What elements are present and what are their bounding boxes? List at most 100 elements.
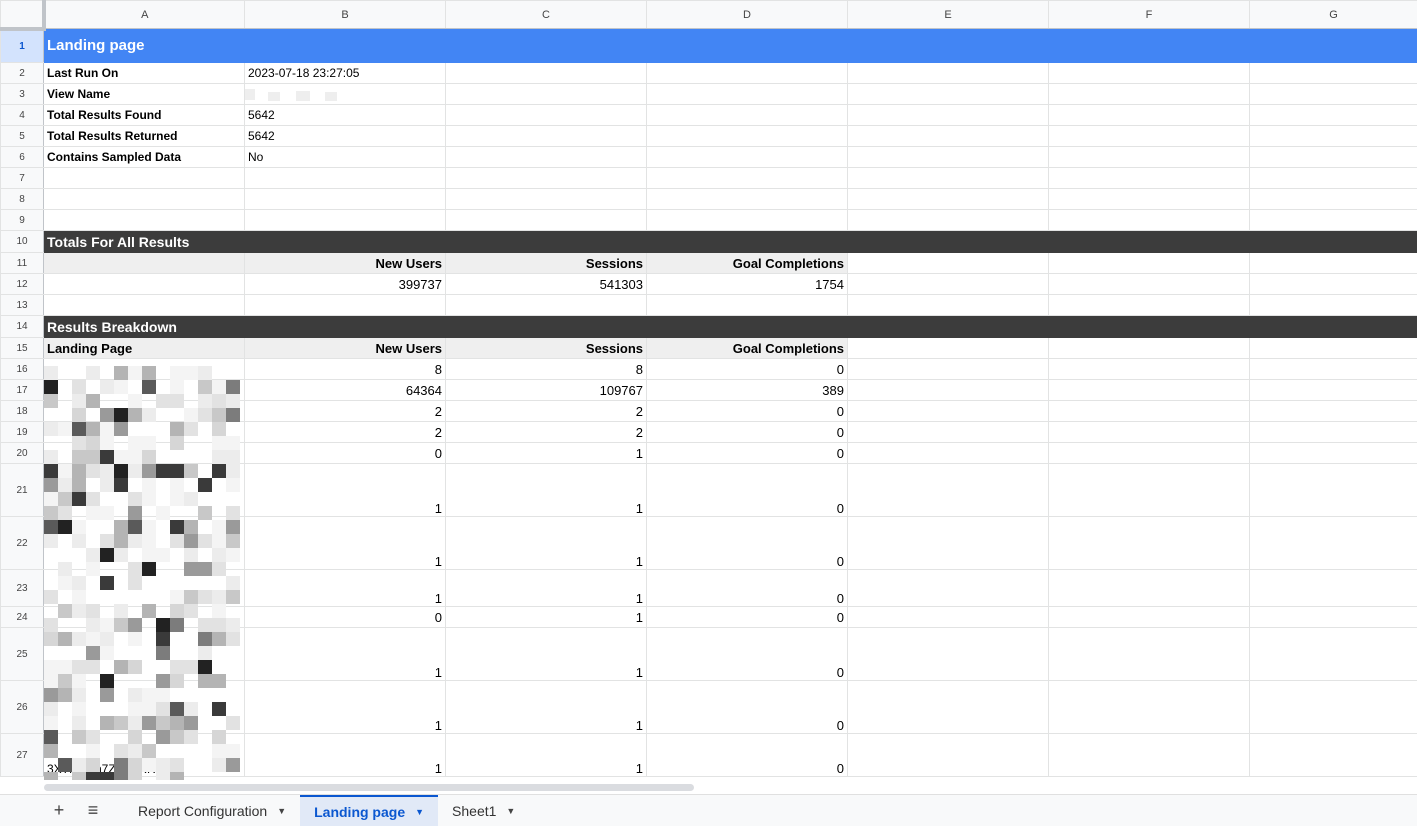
cell[interactable] [445,146,647,168]
cell[interactable] [1048,104,1250,126]
cell[interactable] [847,421,1049,443]
cell[interactable] [43,188,245,210]
cell[interactable] [847,294,1049,316]
tab-report-configuration[interactable]: Report Configuration ▼ [124,795,300,826]
horizontal-scrollbar[interactable] [44,781,1417,793]
cell[interactable]: 64364 [244,379,446,401]
row-header[interactable]: 13 [0,294,44,316]
cell[interactable] [445,167,647,189]
row-header[interactable]: 4 [0,104,44,126]
cell[interactable] [43,273,245,295]
cell[interactable] [1249,379,1417,401]
cell[interactable] [1249,358,1417,380]
cell[interactable] [244,167,446,189]
caret-down-icon[interactable]: ▼ [415,807,424,817]
cell[interactable] [847,167,1049,189]
tab-sheet1[interactable]: Sheet1 ▼ [438,795,529,826]
cell[interactable] [1048,125,1250,147]
cell[interactable]: 0 [646,358,848,380]
row-header[interactable]: 20 [0,442,44,464]
cell[interactable] [847,188,1049,210]
cell[interactable] [244,209,446,231]
cell[interactable] [847,209,1049,231]
cell[interactable]: 2 [445,421,647,443]
cell[interactable] [1048,606,1250,628]
cell[interactable] [847,62,1049,84]
cell[interactable]: 0 [646,516,848,570]
cell[interactable]: 389 [646,379,848,401]
cell[interactable] [847,400,1049,422]
cell[interactable] [847,463,1049,517]
cell[interactable] [1249,125,1417,147]
row-header[interactable]: 18 [0,400,44,422]
cell[interactable] [1048,273,1250,295]
cell[interactable] [1048,379,1250,401]
row-header[interactable]: 14 [0,315,44,338]
cell[interactable] [445,104,647,126]
cell[interactable] [847,104,1049,126]
cell[interactable] [43,167,245,189]
cell[interactable]: 1 [244,680,446,734]
row-header[interactable]: 23 [0,569,44,607]
row-header[interactable]: 12 [0,273,44,295]
cell[interactable] [1048,146,1250,168]
cell[interactable] [1048,358,1250,380]
column-label-cell[interactable]: New Users [244,337,446,359]
all-sheets-button[interactable]: ≡ [76,795,110,826]
cell[interactable]: 0 [646,569,848,607]
cell[interactable] [1249,421,1417,443]
caret-down-icon[interactable]: ▼ [506,806,515,816]
cell[interactable]: 0 [244,606,446,628]
row-header[interactable]: 21 [0,463,44,517]
row-header[interactable]: 10 [0,230,44,253]
cell[interactable]: 5642 [244,104,446,126]
cell[interactable] [1249,146,1417,168]
cell[interactable] [1249,400,1417,422]
cell[interactable]: 0 [646,463,848,517]
cell[interactable] [1048,62,1250,84]
cell[interactable] [646,62,848,84]
cell[interactable]: 1754 [646,273,848,295]
row-header[interactable]: 3 [0,83,44,105]
cell[interactable] [1249,273,1417,295]
cell[interactable] [847,680,1049,734]
cell[interactable]: No [244,146,446,168]
caret-down-icon[interactable]: ▼ [277,806,286,816]
cell[interactable] [43,252,245,274]
row-header[interactable]: 27 [0,733,44,777]
tab-landing-page[interactable]: Landing page ▼ [300,794,439,826]
column-header-b[interactable]: B [244,0,446,29]
cell[interactable]: Last Run On [43,62,245,84]
cell[interactable] [1249,627,1417,681]
cell[interactable]: 1 [445,606,647,628]
column-header-a[interactable]: A [43,0,245,29]
cell[interactable]: 0 [646,733,848,777]
cell[interactable] [847,83,1049,105]
row-header[interactable]: 2 [0,62,44,84]
cell[interactable]: 8 [244,358,446,380]
cell[interactable] [847,358,1049,380]
cell[interactable]: 0 [646,400,848,422]
row-header[interactable]: 26 [0,680,44,734]
cell[interactable] [646,146,848,168]
cell[interactable] [1048,294,1250,316]
cell[interactable]: Total Results Found [43,104,245,126]
row-header[interactable]: 8 [0,188,44,210]
cell[interactable] [1249,62,1417,84]
row-header[interactable]: 5 [0,125,44,147]
cell[interactable] [1048,569,1250,607]
cell[interactable]: 2 [445,400,647,422]
cell[interactable] [1249,606,1417,628]
cell[interactable]: 1 [244,569,446,607]
cell[interactable] [1249,516,1417,570]
cell[interactable]: 2 [244,400,446,422]
cell[interactable]: 109767 [445,379,647,401]
cell[interactable] [646,294,848,316]
cell[interactable]: 1 [445,733,647,777]
cell[interactable] [1249,294,1417,316]
cell[interactable] [847,569,1049,607]
cell[interactable] [847,606,1049,628]
cell[interactable]: 0 [646,680,848,734]
column-header-d[interactable]: D [646,0,848,29]
cell[interactable] [1048,167,1250,189]
